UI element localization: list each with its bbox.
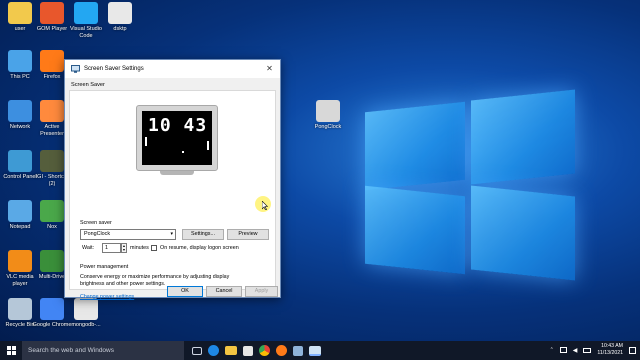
- pongclock-file-icon: [316, 100, 340, 122]
- start-button[interactable]: [0, 341, 22, 360]
- recycle-bin-icon: [8, 298, 32, 320]
- vlc-icon: [8, 250, 32, 272]
- wait-minutes-input[interactable]: 1: [102, 243, 121, 253]
- network-tray-icon[interactable]: [559, 347, 567, 353]
- taskbar-clock[interactable]: 10:43 AM 11/13/2021: [597, 343, 623, 357]
- firefox-icon: [40, 50, 64, 72]
- preview-screen: 10 43: [142, 111, 212, 165]
- wait-spinner[interactable]: ▲ ▼: [121, 243, 127, 253]
- firefox-taskbar-icon[interactable]: [276, 345, 287, 356]
- screen-saver-tab-panel: 10 43 Screen saver PongClock ▾ Settings.…: [69, 90, 276, 300]
- cancel-button[interactable]: Cancel: [206, 286, 242, 297]
- chevron-up-icon[interactable]: ⌃: [550, 347, 554, 353]
- power-management-label: Power management: [80, 264, 129, 270]
- volume-icon[interactable]: ◀: [573, 347, 578, 354]
- desktop-icon-label: PongClock: [314, 124, 342, 130]
- chevron-down-icon: ▾: [170, 231, 173, 237]
- settings-button[interactable]: Settings...: [182, 229, 224, 240]
- screen-saver-settings-icon: [71, 65, 80, 73]
- close-icon[interactable]: ✕: [265, 64, 274, 73]
- desktop-icon[interactable]: dsktp: [100, 2, 140, 33]
- nox-multidrive-icon: [40, 250, 64, 272]
- preview-monitor: 10 43: [136, 105, 218, 175]
- mouse-pointer-icon: [262, 201, 268, 210]
- chrome-taskbar-icon[interactable]: [259, 345, 270, 356]
- edge-icon[interactable]: [208, 345, 219, 356]
- preview-clock-digits: 10 43: [148, 115, 208, 136]
- gom-player-icon: [40, 2, 64, 24]
- screen-saver-select[interactable]: PongClock ▾: [80, 229, 176, 240]
- ok-button[interactable]: OK: [167, 286, 203, 297]
- task-view-icon[interactable]: [192, 346, 202, 355]
- resume-logon-label: On resume, display logon screen: [160, 245, 239, 251]
- apply-button[interactable]: Apply: [245, 286, 278, 297]
- control-panel-icon: [8, 150, 32, 172]
- desktop-icon[interactable]: PongClock: [308, 100, 348, 131]
- minutes-label: minutes: [130, 245, 149, 251]
- windows-logo-icon: [6, 346, 16, 355]
- notepad-icon: [8, 200, 32, 222]
- dialog-title: Screen Saver Settings: [84, 66, 144, 72]
- edit-tool-icon[interactable]: [293, 345, 303, 356]
- taskbar: Search the web and Windows ⌃ ◀ 10:43 AM …: [0, 341, 640, 360]
- resume-logon-checkbox[interactable]: [151, 245, 157, 251]
- nox-icon: [40, 200, 64, 222]
- file-icon: [74, 298, 98, 320]
- pong-ball: [182, 151, 184, 153]
- pong-paddle-left: [145, 137, 147, 146]
- wallpaper-windows-logo: [365, 89, 575, 281]
- user-folder-icon: [8, 2, 32, 24]
- desktop-icon-label: dsktp: [113, 26, 127, 32]
- vscode-icon: [74, 2, 98, 24]
- activepresenter-icon: [40, 100, 64, 122]
- notifications-icon[interactable]: [629, 346, 636, 354]
- clock-date: 11/13/2021: [597, 350, 623, 356]
- screen-saver-selected-value: PongClock: [84, 231, 111, 237]
- system-tray: ⌃ ◀ 10:43 AM 11/13/2021: [550, 343, 636, 357]
- file-icon: [108, 2, 132, 24]
- chrome-icon: [40, 298, 64, 320]
- clock-time: 10:43 AM: [601, 343, 623, 349]
- desktop-icon-label: mongodb-...: [71, 322, 101, 328]
- screen-saver-group-label: Screen saver: [80, 220, 112, 226]
- file-explorer-icon[interactable]: [225, 346, 237, 355]
- tab-screen-saver[interactable]: Screen Saver: [71, 82, 105, 88]
- taskbar-search-input[interactable]: Search the web and Windows: [22, 341, 184, 360]
- change-power-settings-link[interactable]: Change power settings: [80, 294, 134, 300]
- battery-icon[interactable]: [583, 347, 592, 353]
- screen-saver-settings-dialog: Screen Saver Settings ✕ Screen Saver 10 …: [64, 59, 281, 300]
- pong-paddle-right: [207, 141, 209, 150]
- computer-icon: [8, 50, 32, 72]
- dialog-titlebar[interactable]: Screen Saver Settings ✕: [65, 60, 280, 78]
- screen-saver-taskbar-icon[interactable]: [309, 345, 321, 356]
- network-icon: [8, 100, 32, 122]
- game-shortcut-icon: [40, 150, 64, 172]
- store-icon[interactable]: [243, 345, 253, 356]
- desktop-icon[interactable]: mongodb-...: [66, 298, 106, 329]
- wait-label: Wait:: [82, 245, 95, 251]
- preview-button[interactable]: Preview: [227, 229, 269, 240]
